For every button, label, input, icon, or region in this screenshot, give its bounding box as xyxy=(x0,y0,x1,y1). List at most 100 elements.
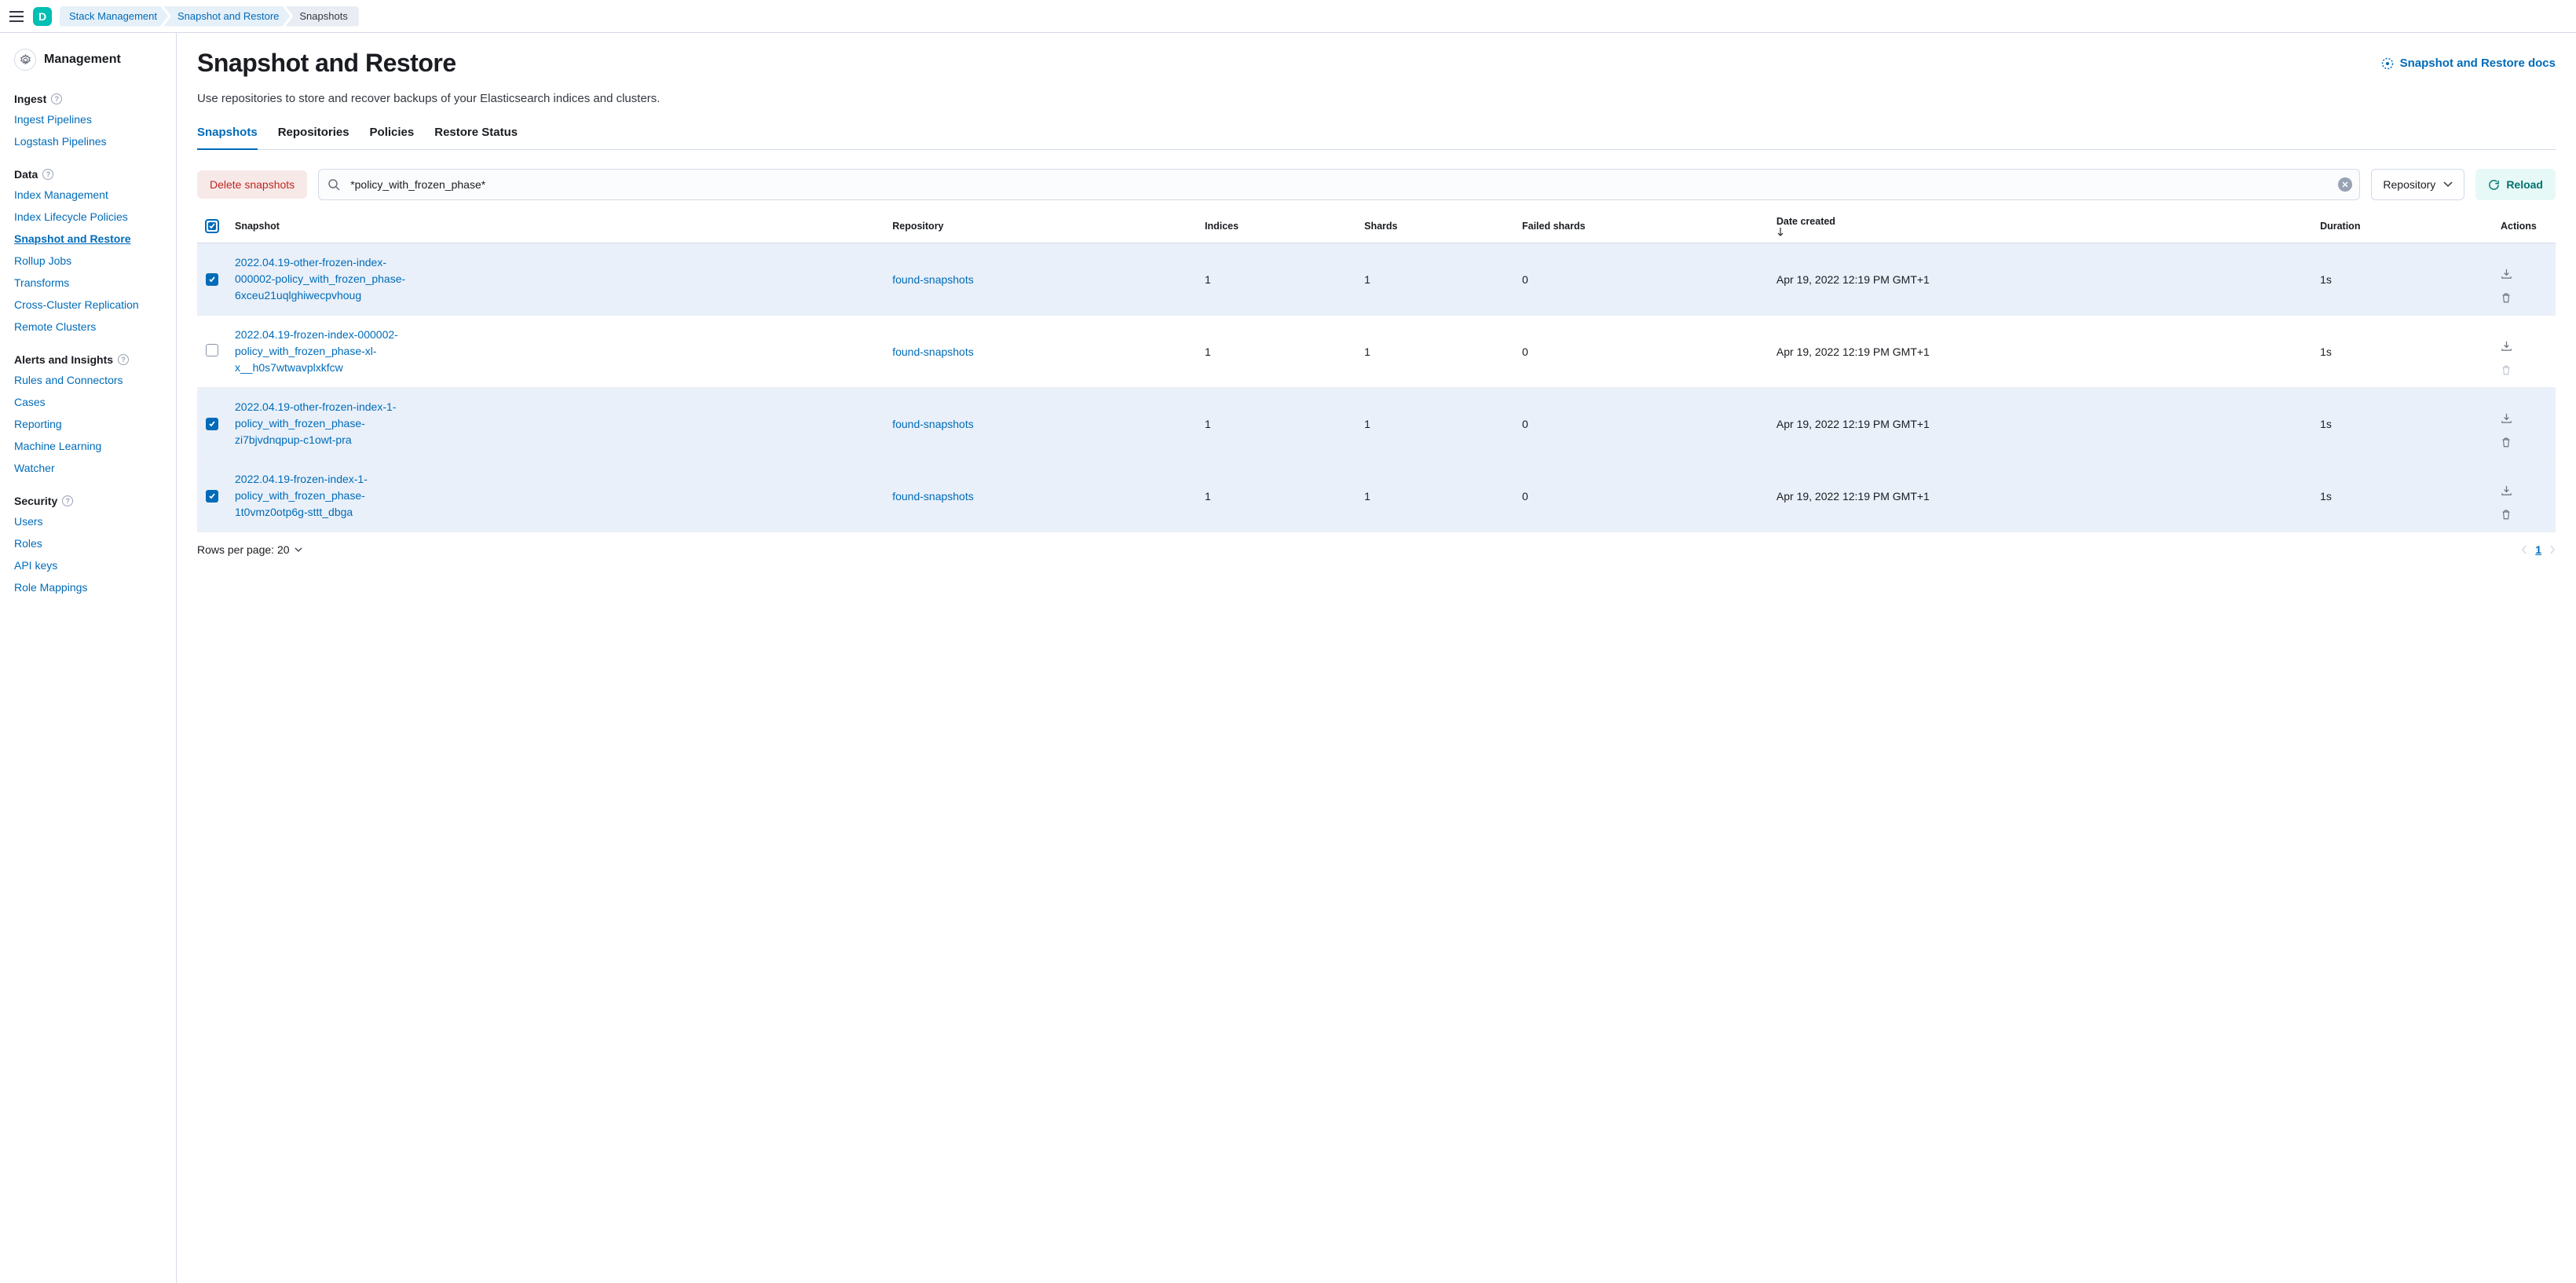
restore-button[interactable] xyxy=(2501,340,2548,352)
row-checkbox[interactable] xyxy=(206,490,218,503)
restore-button[interactable] xyxy=(2501,268,2548,280)
tab[interactable]: Snapshots xyxy=(197,126,258,150)
search-input[interactable] xyxy=(318,169,2360,200)
help-icon xyxy=(2381,57,2394,70)
table-row: 2022.04.19-other-frozen-index-1-policy_w… xyxy=(197,388,2556,460)
row-checkbox[interactable] xyxy=(206,344,218,356)
search-field-wrapper xyxy=(318,169,2360,200)
nav-item[interactable]: Users xyxy=(0,510,176,532)
restore-button[interactable] xyxy=(2501,484,2548,496)
help-icon[interactable]: ? xyxy=(62,495,73,506)
chevron-down-icon xyxy=(2443,181,2453,188)
nav-item[interactable]: Remote Clusters xyxy=(0,316,176,338)
col-shards[interactable]: Shards xyxy=(1356,210,1514,243)
nav-group-title: Alerts and Insights? xyxy=(0,350,176,369)
nav-item[interactable]: Index Management xyxy=(0,184,176,206)
nav-item[interactable]: Logstash Pipelines xyxy=(0,130,176,152)
repository-link[interactable]: found-snapshots xyxy=(892,418,974,430)
repository-link[interactable]: found-snapshots xyxy=(892,490,974,503)
indices-cell: 1 xyxy=(1197,243,1356,316)
nav-item[interactable]: Watcher xyxy=(0,457,176,479)
shards-cell: 1 xyxy=(1356,243,1514,316)
snapshot-name-link[interactable]: 2022.04.19-other-frozen-index-000002-pol… xyxy=(235,254,423,304)
col-indices[interactable]: Indices xyxy=(1197,210,1356,243)
page-number[interactable]: 1 xyxy=(2535,543,2541,556)
rows-per-page-selector[interactable]: Rows per page: 20 xyxy=(197,543,302,556)
delete-button[interactable] xyxy=(2501,292,2548,304)
nav-item[interactable]: Rules and Connectors xyxy=(0,369,176,391)
nav-item[interactable]: Ingest Pipelines xyxy=(0,108,176,130)
snapshot-name-link[interactable]: 2022.04.19-other-frozen-index-1-policy_w… xyxy=(235,399,423,448)
col-repository[interactable]: Repository xyxy=(884,210,1197,243)
breadcrumb-item[interactable]: Snapshot and Restore xyxy=(163,6,290,27)
clear-search-button[interactable] xyxy=(2338,177,2352,192)
prev-page-button[interactable] xyxy=(2521,545,2527,554)
chevron-down-icon xyxy=(295,547,302,553)
delete-snapshots-button[interactable]: Delete snapshots xyxy=(197,170,307,199)
delete-button[interactable] xyxy=(2501,364,2548,376)
nav-item[interactable]: Index Lifecycle Policies xyxy=(0,206,176,228)
nav-item[interactable]: Role Mappings xyxy=(0,576,176,598)
snapshots-table: Snapshot Repository Indices Shards Faile… xyxy=(197,210,2556,532)
rows-per-page-label: Rows per page: 20 xyxy=(197,543,290,556)
nav-item[interactable]: Reporting xyxy=(0,413,176,435)
col-snapshot[interactable]: Snapshot xyxy=(227,210,884,243)
nav-group: Ingest?Ingest PipelinesLogstash Pipeline… xyxy=(0,82,176,157)
failed-shards-cell: 0 xyxy=(1514,388,1769,460)
select-all-checkbox[interactable] xyxy=(205,219,219,233)
help-icon[interactable]: ? xyxy=(42,169,53,180)
nav-item[interactable]: Machine Learning xyxy=(0,435,176,457)
repository-link[interactable]: found-snapshots xyxy=(892,273,974,286)
restore-button[interactable] xyxy=(2501,412,2548,424)
delete-button[interactable] xyxy=(2501,437,2548,448)
nav-item[interactable]: Cases xyxy=(0,391,176,413)
delete-button[interactable] xyxy=(2501,509,2548,521)
breadcrumb-item[interactable]: Stack Management xyxy=(60,6,168,27)
table-row: 2022.04.19-frozen-index-000002-policy_wi… xyxy=(197,316,2556,388)
col-duration[interactable]: Duration xyxy=(2312,210,2493,243)
shards-cell: 1 xyxy=(1356,388,1514,460)
repository-filter[interactable]: Repository xyxy=(2371,169,2464,200)
menu-toggle-button[interactable] xyxy=(8,8,25,25)
duration-cell: 1s xyxy=(2312,460,2493,532)
pagination: 1 xyxy=(2521,543,2556,556)
help-icon[interactable]: ? xyxy=(118,354,129,365)
failed-shards-cell: 0 xyxy=(1514,243,1769,316)
next-page-button[interactable] xyxy=(2549,545,2556,554)
docs-link-label: Snapshot and Restore docs xyxy=(2400,57,2556,70)
repository-link[interactable]: found-snapshots xyxy=(892,345,974,358)
nav-item[interactable]: Transforms xyxy=(0,272,176,294)
tab[interactable]: Repositories xyxy=(278,126,349,150)
reload-label: Reload xyxy=(2506,178,2543,191)
nav-item[interactable]: Roles xyxy=(0,532,176,554)
nav-item[interactable]: API keys xyxy=(0,554,176,576)
date-created-cell: Apr 19, 2022 12:19 PM GMT+1 xyxy=(1769,316,2312,388)
date-created-cell: Apr 19, 2022 12:19 PM GMT+1 xyxy=(1769,243,2312,316)
snapshot-name-link[interactable]: 2022.04.19-frozen-index-000002-policy_wi… xyxy=(235,327,423,376)
nav-item[interactable]: Rollup Jobs xyxy=(0,250,176,272)
row-checkbox[interactable] xyxy=(206,273,218,286)
breadcrumbs: Stack Management Snapshot and Restore Sn… xyxy=(60,6,359,27)
space-selector[interactable]: D xyxy=(33,7,52,26)
tabs: Snapshots Repositories Policies Restore Sta… xyxy=(197,126,2556,150)
tab[interactable]: Restore Status xyxy=(434,126,518,150)
docs-link[interactable]: Snapshot and Restore docs xyxy=(2381,49,2556,70)
nav-group: Data?Index ManagementIndex Lifecycle Pol… xyxy=(0,157,176,342)
sidebar-title: Management xyxy=(44,53,121,67)
sort-desc-icon xyxy=(1776,227,2304,236)
chevron-right-icon xyxy=(2549,545,2556,554)
page-title: Snapshot and Restore xyxy=(197,49,456,78)
nav-group-title: Data? xyxy=(0,165,176,184)
nav-item[interactable]: Snapshot and Restore xyxy=(0,228,176,250)
col-date-created[interactable]: Date created xyxy=(1769,210,2312,243)
nav-item[interactable]: Cross-Cluster Replication xyxy=(0,294,176,316)
row-checkbox[interactable] xyxy=(206,418,218,430)
snapshot-name-link[interactable]: 2022.04.19-frozen-index-1-policy_with_fr… xyxy=(235,471,423,521)
main-content: Snapshot and Restore Snapshot and Restor… xyxy=(177,33,2576,1283)
col-failed-shards[interactable]: Failed shards xyxy=(1514,210,1769,243)
sidebar-header: Management xyxy=(0,46,176,82)
date-created-cell: Apr 19, 2022 12:19 PM GMT+1 xyxy=(1769,388,2312,460)
tab[interactable]: Policies xyxy=(370,126,415,150)
reload-button[interactable]: Reload xyxy=(2475,169,2556,200)
help-icon[interactable]: ? xyxy=(51,93,62,104)
